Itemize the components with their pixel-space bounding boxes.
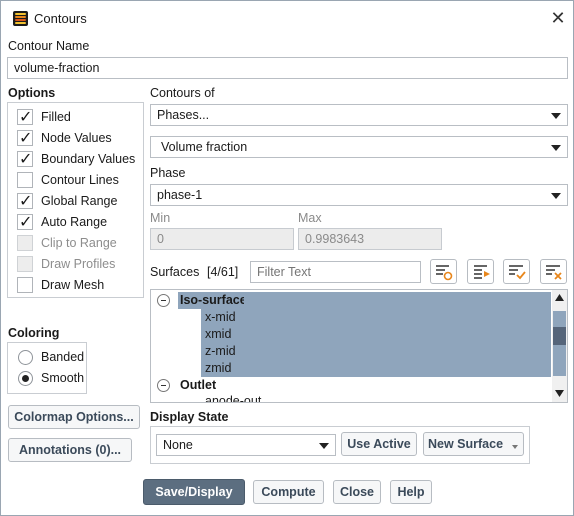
apply-selection-button[interactable] — [503, 259, 530, 284]
global-range-checkbox[interactable]: Global Range — [17, 191, 142, 212]
dropdown-arrow-icon — [512, 445, 518, 449]
checkbox-box[interactable] — [17, 277, 33, 293]
tree-item-x-mid[interactable]: x-mid — [201, 309, 551, 326]
surfaces-label: Surfaces — [150, 265, 200, 279]
contours-of-label: Contours of — [150, 86, 215, 100]
surfaces-tree[interactable]: Iso-surface x-mid xmid z-mid zmid Outlet… — [150, 289, 568, 403]
close-button[interactable]: Close — [333, 480, 381, 504]
tree-item-anode-out[interactable]: anode-out — [205, 394, 551, 402]
tree-item-z-mid[interactable]: z-mid — [201, 343, 551, 360]
contour-name-label: Contour Name — [8, 39, 90, 53]
contours-app-icon — [13, 11, 28, 26]
contours-dialog: Contours ✕ Contour Name volume-fraction … — [0, 0, 574, 516]
tree-scrollbar[interactable] — [552, 290, 567, 402]
window-title: Contours — [34, 11, 87, 26]
options-label: Options — [8, 86, 56, 100]
tree-group-outlet[interactable]: Outlet — [151, 377, 551, 394]
radio-circle[interactable] — [18, 350, 33, 365]
options-group: Filled Node Values Boundary Values Conto… — [7, 102, 144, 298]
max-field: 0.9983643 — [298, 228, 442, 250]
select-all-surfaces-button[interactable] — [467, 259, 494, 284]
list-select-icon — [474, 265, 490, 279]
scrollbar-track-upper — [553, 311, 566, 327]
chevron-down-icon — [551, 193, 561, 199]
contours-of-quantity-select[interactable]: Volume fraction — [150, 136, 568, 158]
collapse-icon[interactable] — [157, 379, 170, 392]
display-state-label: Display State — [150, 410, 229, 424]
checkbox-box[interactable] — [17, 212, 33, 231]
surfaces-count: [4/61] — [207, 265, 239, 279]
colormap-options-button[interactable]: Colormap Options... — [8, 405, 140, 429]
tree-item-zmid[interactable]: zmid — [201, 360, 551, 377]
draw-profiles-checkbox: Draw Profiles — [17, 254, 142, 275]
annotations-button[interactable]: Annotations (0)... — [8, 438, 132, 462]
banded-radio[interactable]: Banded — [18, 347, 86, 368]
list-check-icon — [509, 265, 526, 280]
phase-select[interactable]: phase-1 — [150, 184, 568, 206]
surfaces-filter-input[interactable] — [250, 261, 421, 283]
contours-of-category-select[interactable]: Phases... — [150, 104, 568, 126]
close-icon[interactable]: ✕ — [547, 7, 569, 29]
scrollbar-track-lower — [553, 345, 566, 376]
compute-button[interactable]: Compute — [253, 480, 324, 504]
display-state-select[interactable]: None — [156, 434, 336, 456]
chevron-down-icon — [319, 443, 329, 449]
clip-to-range-checkbox: Clip to Range — [17, 233, 142, 254]
radio-circle[interactable] — [18, 371, 33, 386]
list-clear-icon — [546, 265, 562, 280]
contour-name-input[interactable]: volume-fraction — [7, 57, 568, 79]
use-active-button[interactable]: Use Active — [341, 432, 417, 456]
filled-checkbox[interactable]: Filled — [17, 107, 142, 128]
smooth-radio[interactable]: Smooth — [18, 368, 86, 389]
checkbox-box — [17, 235, 33, 251]
scroll-up-icon[interactable] — [555, 294, 564, 301]
title-bar: Contours ✕ — [1, 1, 573, 35]
save-display-button[interactable]: Save/Display — [143, 479, 245, 505]
coloring-group: Banded Smooth — [7, 342, 87, 394]
collapse-icon[interactable] — [157, 294, 170, 307]
checkbox-box[interactable] — [17, 172, 33, 188]
contour-lines-checkbox[interactable]: Contour Lines — [17, 170, 142, 191]
min-label: Min — [150, 211, 171, 225]
min-field: 0 — [150, 228, 294, 250]
draw-mesh-checkbox[interactable]: Draw Mesh — [17, 275, 142, 296]
coloring-label: Coloring — [8, 326, 60, 340]
display-state-group: None Use Active New Surface — [150, 426, 530, 464]
checkbox-box[interactable] — [17, 191, 33, 210]
checkbox-box[interactable] — [17, 149, 33, 168]
node-values-checkbox[interactable]: Node Values — [17, 128, 142, 149]
phase-label: Phase — [150, 166, 186, 180]
checkbox-box[interactable] — [17, 128, 33, 147]
help-button[interactable]: Help — [390, 480, 432, 504]
list-locate-icon — [436, 265, 453, 281]
checkbox-box — [17, 256, 33, 272]
boundary-values-checkbox[interactable]: Boundary Values — [17, 149, 142, 170]
auto-range-checkbox[interactable]: Auto Range — [17, 212, 142, 233]
scrollbar-thumb[interactable] — [553, 327, 566, 345]
scroll-down-icon[interactable] — [555, 390, 564, 397]
deselect-all-surfaces-button[interactable] — [540, 259, 567, 284]
selection-highlight — [244, 292, 551, 309]
checkbox-box[interactable] — [17, 107, 33, 126]
select-surfaces-by-location-button[interactable] — [430, 259, 457, 284]
tree-group-iso-surface[interactable]: Iso-surface — [151, 292, 551, 309]
chevron-down-icon — [551, 113, 561, 119]
max-label: Max — [298, 211, 322, 225]
new-surface-button[interactable]: New Surface — [423, 432, 524, 456]
tree-item-xmid[interactable]: xmid — [201, 326, 551, 343]
chevron-down-icon — [551, 145, 561, 151]
